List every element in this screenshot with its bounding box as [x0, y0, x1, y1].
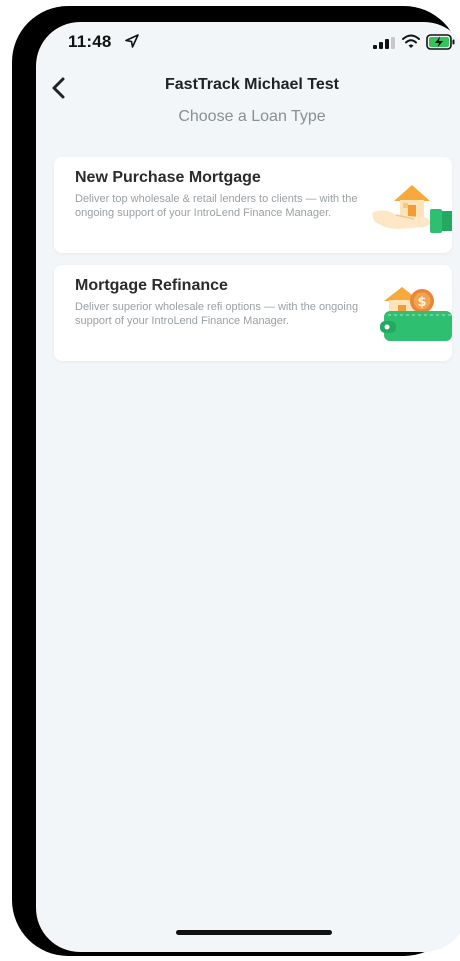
page-title: FastTrack Michael Test — [165, 76, 339, 93]
card-title: New Purchase Mortgage — [75, 169, 261, 186]
house-in-hand-icon — [372, 185, 452, 233]
card-description: Deliver top wholesale & retail lenders t… — [75, 193, 358, 219]
svg-text:$: $ — [417, 295, 426, 310]
location-arrow-icon — [125, 34, 139, 48]
house-wallet-coin-icon: $ — [380, 287, 452, 341]
loan-type-card-new-purchase[interactable]: New Purchase Mortgage Deliver top wholes… — [54, 157, 452, 253]
nav-bar: FastTrack Michael Test — [36, 68, 460, 108]
loan-type-card-refinance[interactable]: Mortgage Refinance Deliver superior whol… — [54, 265, 452, 361]
page-subtitle: Choose a Loan Type — [178, 108, 326, 125]
card-title: Mortgage Refinance — [75, 277, 228, 294]
cellular-signal-icon — [373, 37, 395, 49]
status-time: 11:48 — [68, 32, 112, 51]
card-description: Deliver superior wholesale refi options … — [75, 301, 359, 327]
app-screen: 11:48 FastTrack Michael Test Choose a Lo… — [36, 22, 460, 952]
phone-frame: 11:48 FastTrack Michael Test Choose a Lo… — [12, 6, 460, 956]
status-bar: 11:48 — [36, 22, 460, 68]
wifi-icon — [402, 34, 420, 48]
battery-charging-icon — [426, 34, 455, 50]
home-indicator[interactable] — [176, 930, 332, 935]
